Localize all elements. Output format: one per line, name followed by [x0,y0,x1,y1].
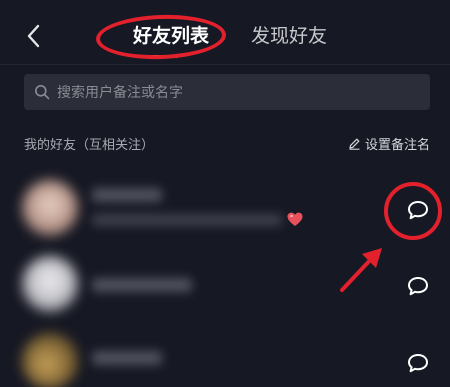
tab-friend-list[interactable]: 好友列表 [133,22,209,50]
search-input[interactable]: 搜索用户备注或名字 [24,74,430,110]
friend-row[interactable] [0,325,450,387]
search-icon [34,84,50,100]
send-message-button[interactable] [400,268,436,304]
heart-emoji-icon [287,212,303,227]
pencil-icon [348,137,361,150]
active-tab-indicator [136,55,178,58]
friend-message-blurred [92,214,282,226]
chevron-left-icon [27,24,40,48]
chat-bubble-icon [408,201,428,220]
friend-list-screen: 好友列表 发现好友 搜索用户备注或名字 我的好友（互相关注） 设置备注名 [0,0,450,387]
friend-row[interactable] [0,170,450,242]
friend-row[interactable] [0,250,450,322]
avatar[interactable] [22,256,78,312]
set-remark-button[interactable]: 设置备注名 [348,134,430,153]
tab-discover-friends[interactable]: 发现好友 [251,22,327,50]
avatar[interactable] [22,333,78,387]
header-divider [0,64,450,65]
send-message-button[interactable] [400,192,436,228]
search-placeholder: 搜索用户备注或名字 [57,85,183,101]
friend-name-blurred [92,188,162,202]
section-title: 我的好友（互相关注） [24,138,155,153]
friend-name-blurred [92,351,162,365]
chat-bubble-icon [408,277,428,296]
chat-bubble-icon [408,354,428,373]
back-button[interactable] [18,20,48,52]
friend-name-blurred [92,278,192,292]
avatar[interactable] [22,180,78,236]
set-remark-label: 设置备注名 [364,138,430,153]
send-message-button[interactable] [400,345,436,381]
